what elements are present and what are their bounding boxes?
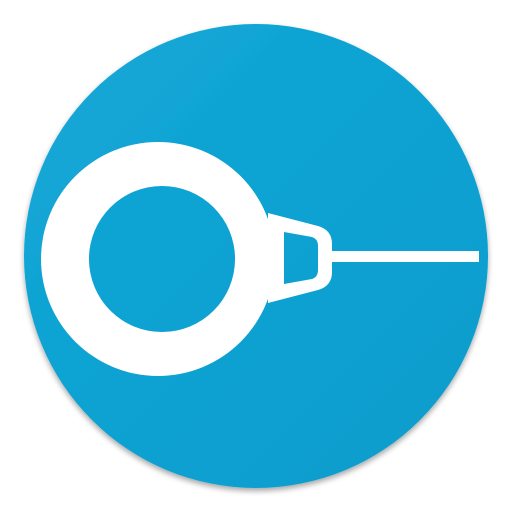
- cable-line: [328, 251, 479, 262]
- app-icon[interactable]: [0, 0, 512, 512]
- app-icon-graphic: [24, 24, 488, 488]
